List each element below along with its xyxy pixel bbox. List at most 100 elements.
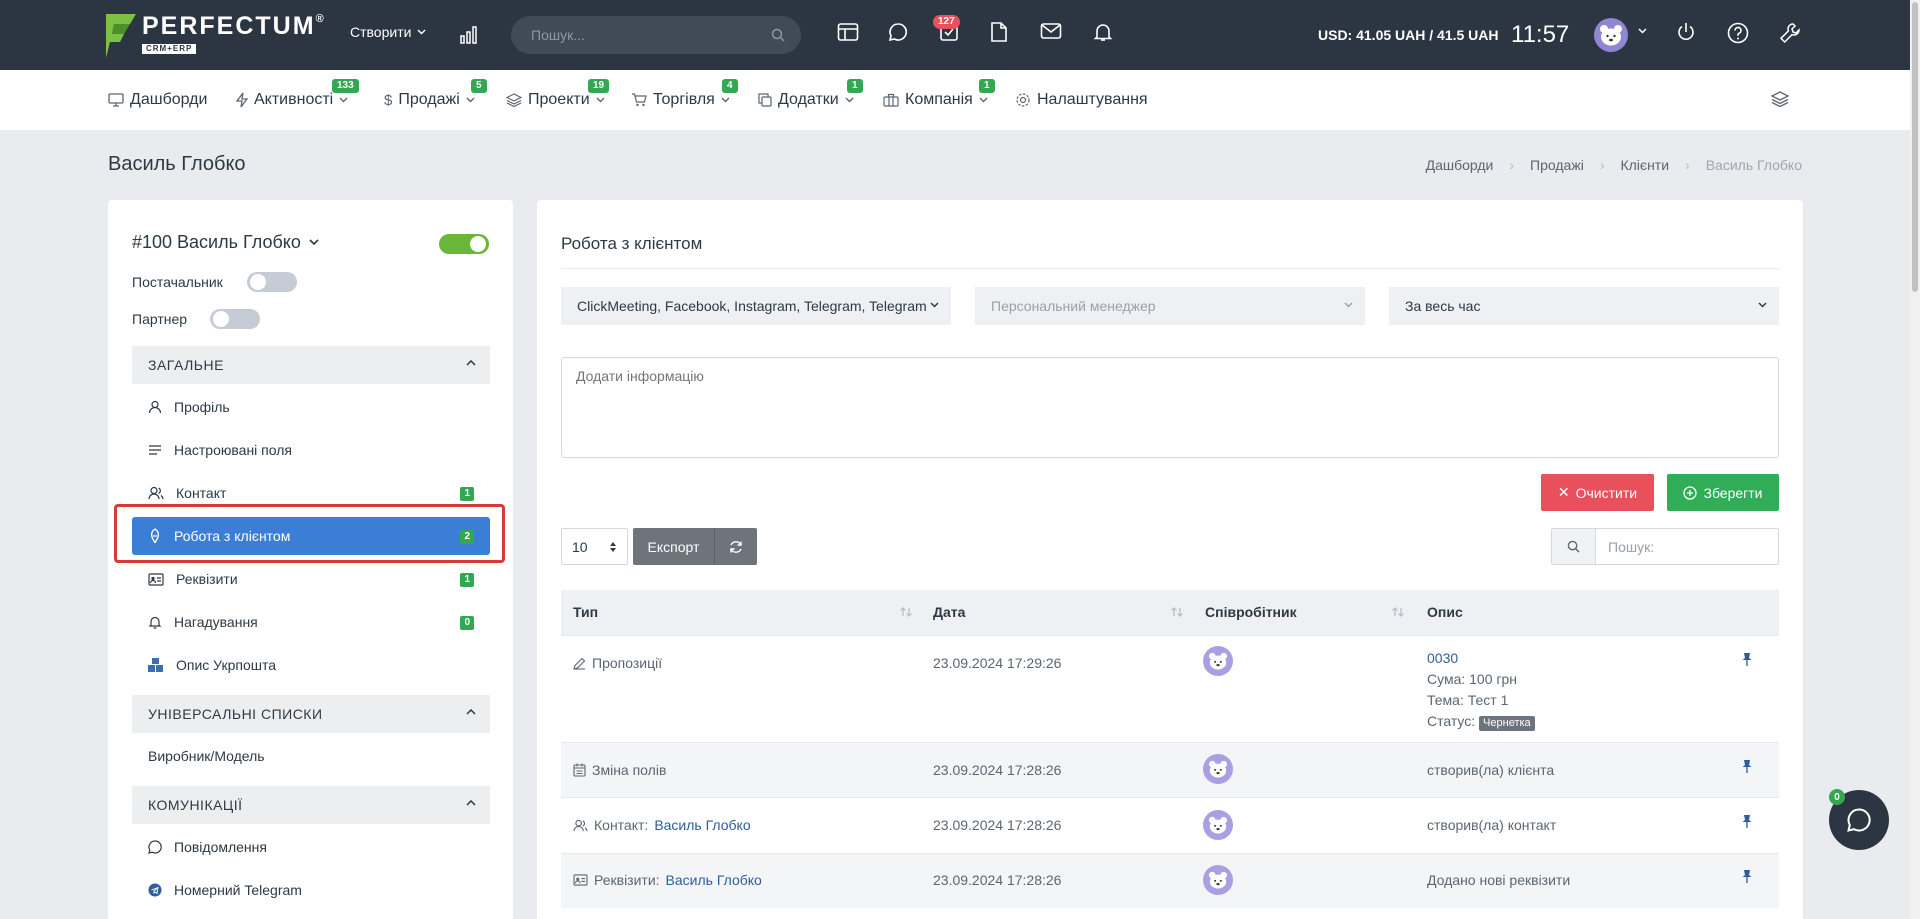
breadcrumb-separator: › (1509, 157, 1515, 173)
sort-arrows-icon (610, 542, 616, 552)
bolt-icon (236, 92, 248, 108)
export-button[interactable]: Експорт (633, 528, 715, 565)
bell-icon[interactable] (1093, 22, 1113, 42)
pin-icon[interactable] (1741, 814, 1753, 828)
sidebar-item-count: 1 (460, 573, 474, 587)
table-search-input[interactable] (1596, 529, 1778, 564)
sidebar-item-messages[interactable]: Повідомлення (132, 828, 490, 866)
supplier-toggle[interactable] (247, 272, 297, 292)
employee-avatar[interactable] (1203, 865, 1233, 895)
breadcrumb-link[interactable]: Продажі (1530, 157, 1584, 173)
offer-link[interactable]: 0030 (1427, 648, 1535, 669)
wrench-icon[interactable] (1779, 22, 1801, 44)
breadcrumb-link[interactable]: Дашборди (1426, 157, 1494, 173)
nav-dashboards[interactable]: Дашборди (108, 91, 207, 109)
mail-icon[interactable] (1040, 22, 1062, 40)
telegram-icon (148, 883, 162, 897)
nav-company[interactable]: Компанія 1 (883, 79, 995, 109)
nav-settings[interactable]: Налаштування (1015, 91, 1148, 109)
table-row[interactable]: Пропозиції 23.09.2024 17:29:26 0030 Сума… (561, 635, 1779, 742)
sort-icon[interactable] (899, 606, 913, 618)
create-button[interactable]: Створити (350, 24, 426, 40)
global-search-input[interactable] (511, 16, 801, 54)
clear-button[interactable]: ✕ Очистити (1541, 474, 1654, 511)
bell-icon (148, 616, 162, 629)
copy-icon (758, 93, 772, 107)
date-cell: 23.09.2024 17:28:26 (933, 762, 1062, 778)
sort-icon[interactable] (1391, 606, 1405, 618)
chart-icon[interactable] (460, 24, 480, 44)
nav-badge: 1 (979, 79, 995, 93)
column-header[interactable]: Опис (1427, 604, 1463, 620)
employee-avatar[interactable] (1203, 810, 1233, 840)
logo-sub: CRM+ERP (142, 44, 197, 54)
sidebar-item-label: Опис Укрпошта (176, 657, 276, 673)
nav-label: Торгівля (653, 91, 715, 108)
pin-icon[interactable] (1741, 869, 1753, 883)
sidebar-item-reminders[interactable]: Нагадування 0 (132, 603, 490, 641)
employee-avatar[interactable] (1203, 646, 1233, 676)
sidebar-item-manufacturer-model[interactable]: Виробник/Модель (132, 737, 490, 775)
employee-avatar[interactable] (1203, 754, 1233, 784)
save-button[interactable]: Зберегти (1667, 474, 1779, 511)
users-icon (573, 819, 588, 831)
partner-toggle[interactable] (210, 309, 260, 329)
chat-icon (148, 840, 162, 854)
page-scrollbar[interactable] (1910, 0, 1920, 919)
column-header[interactable]: Співробітник (1205, 604, 1297, 620)
layers-toggle-icon[interactable] (1771, 91, 1789, 107)
client-active-toggle[interactable] (439, 234, 489, 254)
help-icon[interactable] (1727, 22, 1749, 44)
chat-icon[interactable] (888, 22, 908, 42)
document-icon[interactable] (990, 22, 1008, 42)
section-general[interactable]: ЗАГАЛЬНЕ (132, 346, 490, 384)
sidebar-item-ukrposhta[interactable]: Опис Укрпошта (132, 646, 490, 684)
manager-filter[interactable]: Персональний менеджер (975, 287, 1365, 325)
nav-projects[interactable]: Проекти 19 (506, 79, 610, 109)
pin-icon[interactable] (1741, 759, 1753, 773)
column-header[interactable]: Дата (933, 604, 965, 620)
nav-trade[interactable]: Торгівля 4 (631, 79, 738, 109)
status-badge: Чернетка (1479, 716, 1535, 731)
table-icon[interactable] (837, 22, 859, 42)
client-title[interactable]: #100 Василь Глобко (132, 232, 319, 253)
sidebar-item-count: 1 (460, 487, 474, 501)
sidebar-item-requisites[interactable]: Реквізити 1 (132, 560, 490, 598)
column-header[interactable]: Тип (573, 604, 598, 620)
sidebar-item-profile[interactable]: Профіль (132, 388, 490, 426)
requisites-link[interactable]: Василь Глобко (666, 872, 762, 888)
user-avatar[interactable] (1594, 18, 1628, 52)
global-search[interactable] (511, 16, 801, 54)
sidebar-item-telegram[interactable]: Номерний Telegram (132, 871, 490, 909)
info-textarea[interactable] (561, 357, 1779, 458)
section-universal-lists[interactable]: УНІВЕРСАЛЬНІ СПИСКИ (132, 695, 490, 733)
logo-reg: ® (315, 13, 324, 25)
power-icon[interactable] (1676, 22, 1696, 42)
pencil-icon (573, 657, 586, 670)
refresh-button[interactable] (715, 528, 757, 565)
table-row[interactable]: Реквізити: Василь Глобко 23.09.2024 17:2… (561, 853, 1779, 908)
table-row[interactable]: Контакт: Василь Глобко 23.09.2024 17:28:… (561, 797, 1779, 853)
search-icon (1567, 540, 1580, 553)
nav-addons[interactable]: Додатки 1 (758, 79, 863, 109)
table-search-button[interactable] (1552, 529, 1596, 564)
table-row[interactable]: Зміна полів 23.09.2024 17:28:26 створив(… (561, 742, 1779, 797)
nav-activities[interactable]: Активності 133 (236, 79, 359, 109)
section-communications[interactable]: КОМУНІКАЦІЇ (132, 786, 490, 824)
page-size-select[interactable]: 10 (561, 528, 628, 565)
breadcrumb-link[interactable]: Клієнти (1620, 157, 1669, 173)
pin-icon[interactable] (1741, 652, 1753, 666)
sort-icon[interactable] (1170, 606, 1184, 618)
nav-badge: 19 (588, 79, 610, 93)
nav-label: Проекти (528, 91, 590, 108)
contact-link[interactable]: Василь Глобко (654, 817, 750, 833)
manager-filter-placeholder: Персональний менеджер (991, 298, 1156, 314)
logo[interactable]: PERFECTUM® CRM+ERP (106, 14, 324, 58)
sources-filter[interactable]: ClickMeeting, Facebook, Instagram, Teleg… (561, 287, 951, 325)
chevron-down-icon[interactable] (1638, 28, 1647, 34)
period-filter[interactable]: За весь час (1389, 287, 1779, 325)
scrollbar-thumb[interactable] (1912, 2, 1918, 292)
nav-sales[interactable]: $ Продажі 5 (384, 79, 487, 109)
sidebar-item-custom-fields[interactable]: Настроювані поля (132, 431, 490, 469)
table-search[interactable] (1551, 528, 1779, 565)
